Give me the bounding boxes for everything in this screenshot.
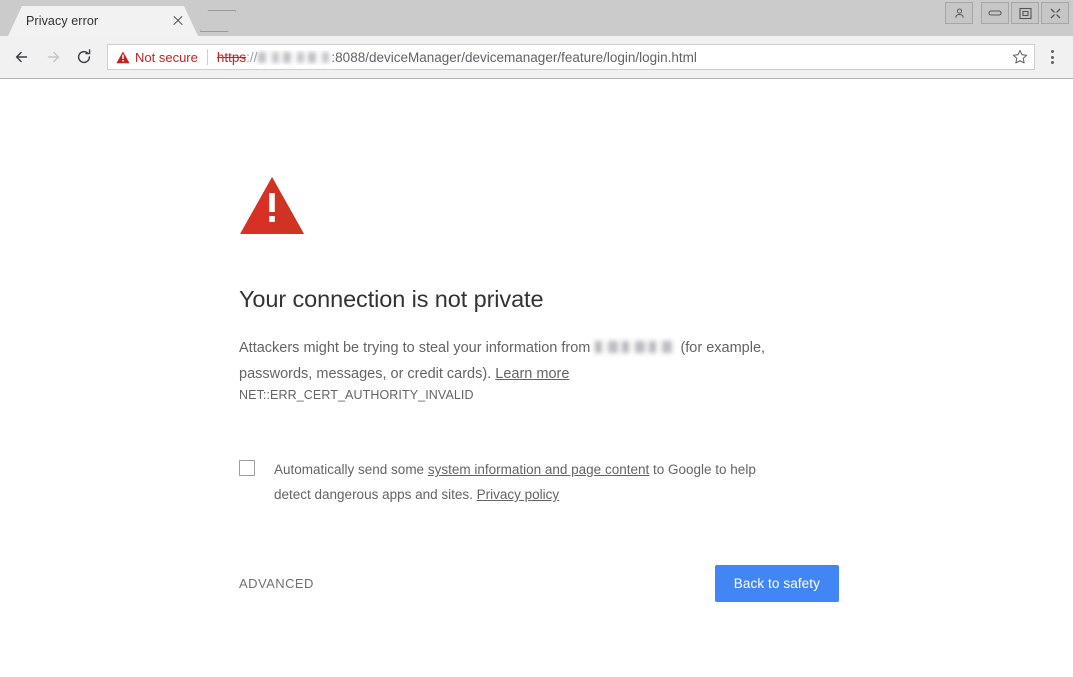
privacy-policy-link[interactable]: Privacy policy [477,487,560,502]
error-description-part1: Attackers might be trying to steal your … [239,340,591,356]
error-host-redacted [595,341,676,353]
browser-toolbar: Not secure https:// :8088/deviceManager/d… [0,36,1073,79]
menu-dot [1050,61,1054,64]
chrome-menu-button[interactable] [1039,43,1065,71]
security-status-label: Not secure [135,49,198,65]
learn-more-link[interactable]: Learn more [495,366,569,382]
close-icon [1050,8,1060,18]
bookmark-button[interactable] [1012,49,1028,65]
restore-icon [1018,7,1032,19]
opt-in-part1: Automatically send some [274,462,425,477]
warning-triangle-icon [239,176,839,241]
close-icon[interactable] [170,13,186,29]
browser-tab[interactable]: Privacy error [8,6,198,36]
back-to-safety-button[interactable]: Back to safety [714,565,839,602]
page-title: Your connection is not private [239,286,544,312]
action-row: ADVANCED Back to safety [239,565,839,602]
profile-avatar-button[interactable] [945,2,973,24]
tab-title: Privacy error [26,14,99,28]
opt-in-row: Automatically send some system informati… [239,457,839,507]
url-host-redacted [258,51,331,63]
window-controls [945,2,1069,24]
warning-triangle-icon [116,51,130,63]
url-separator: :// [246,49,258,65]
error-description: Attackers might be trying to steal your … [239,335,791,387]
error-code: NET::ERR_CERT_AUTHORITY_INVALID [239,388,474,402]
url-text[interactable]: https:// :8088/deviceManager/devicemanage… [217,50,1006,65]
page-content: Your connection is not private Attackers… [0,79,1073,677]
arrow-left-icon [15,51,28,63]
opt-in-text: Automatically send some system informati… [274,457,796,507]
url-path: :8088/deviceManager/devicemanager/featur… [331,49,697,65]
minimize-button[interactable] [981,2,1009,24]
omnibox-divider [206,49,208,65]
ssl-interstitial: Your connection is not private Attackers… [239,176,839,602]
person-icon [954,7,964,18]
send-report-checkbox[interactable] [239,460,255,476]
security-status-badge[interactable]: Not secure [116,50,198,65]
close-button[interactable] [1041,2,1069,24]
new-tab-button[interactable] [200,10,236,32]
tab-strip: Privacy error [0,0,1073,36]
advanced-button[interactable]: ADVANCED [239,570,314,597]
back-button[interactable] [8,43,36,71]
menu-dot [1050,50,1054,53]
minimize-icon [988,10,1002,16]
forward-button[interactable] [39,43,67,71]
arrow-right-icon [47,51,60,63]
url-scheme: https [216,49,247,65]
address-bar[interactable]: Not secure https:// :8088/deviceManager/d… [107,44,1035,70]
reload-button[interactable] [70,43,98,71]
menu-dot [1050,55,1054,59]
system-information-link[interactable]: system information and page content [428,462,649,477]
star-icon [1012,49,1028,64]
reload-icon [77,49,91,64]
maximize-button[interactable] [1011,2,1039,24]
browser-window: Privacy error Not secure https://:8088… [0,0,1073,677]
